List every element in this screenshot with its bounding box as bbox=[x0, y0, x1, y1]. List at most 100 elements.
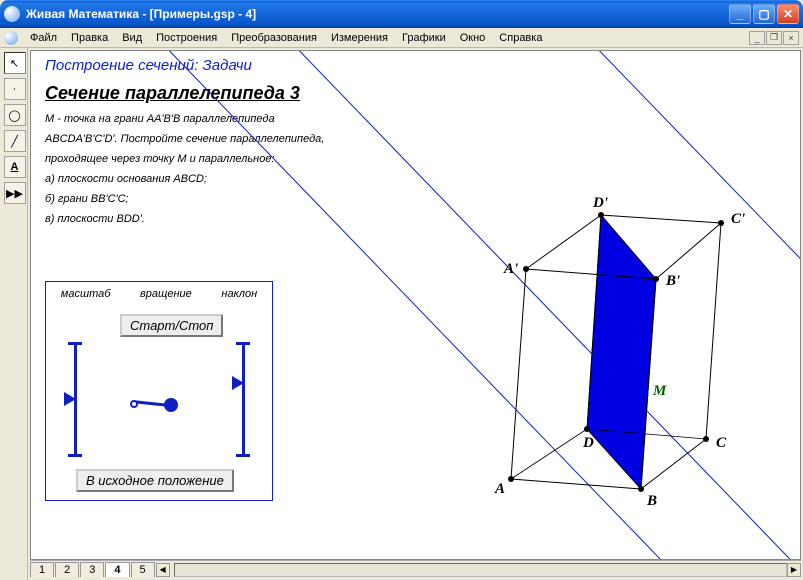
edge bbox=[641, 279, 656, 489]
rotation-dial-end[interactable] bbox=[130, 400, 138, 408]
page-tab[interactable]: 1 bbox=[30, 562, 54, 577]
menu-transform[interactable]: Преобразования bbox=[225, 30, 323, 46]
circle-icon: ◯ bbox=[8, 109, 20, 122]
segment-icon: ╱ bbox=[11, 135, 18, 148]
edge bbox=[526, 269, 656, 279]
window-titlebar: Живая Математика - [Примеры.gsp - 4] _ ▢… bbox=[0, 0, 803, 28]
arrow-icon: ↖ bbox=[10, 57, 19, 70]
tilt-slider-cap-top bbox=[236, 342, 250, 345]
tilt-slider-handle[interactable] bbox=[232, 376, 244, 390]
edge bbox=[526, 215, 601, 269]
vertex-point bbox=[703, 436, 709, 442]
vertex-point bbox=[508, 476, 514, 482]
edge bbox=[601, 215, 721, 223]
window-title: Живая Математика - [Примеры.gsp - 4] bbox=[24, 7, 729, 21]
vertex-label: A bbox=[494, 481, 505, 497]
vertex-label: B bbox=[646, 493, 657, 509]
vertex-label: C' bbox=[731, 211, 745, 227]
vertex-label: C bbox=[716, 435, 727, 451]
canvas-wrapper: Построение сечений: Задачи Сечение парал… bbox=[30, 50, 801, 560]
document-icon bbox=[4, 31, 18, 45]
menu-window[interactable]: Окно bbox=[454, 30, 492, 46]
page-tab[interactable]: 3 bbox=[80, 562, 104, 577]
vertex-point bbox=[598, 212, 604, 218]
text-line: ABCDA'B'C'D'. Постройте сечение параллел… bbox=[45, 129, 505, 149]
rotation-dial-knob[interactable] bbox=[164, 398, 178, 412]
mdi-restore-button[interactable]: ❐ bbox=[766, 31, 782, 45]
reset-button[interactable]: В исходное положение bbox=[76, 469, 234, 492]
point-tool[interactable]: · bbox=[4, 78, 26, 100]
menu-construct[interactable]: Построения bbox=[150, 30, 223, 46]
edge bbox=[511, 429, 587, 479]
mdi-close-button[interactable]: × bbox=[783, 31, 799, 45]
edge bbox=[641, 439, 706, 489]
menu-graphs[interactable]: Графики bbox=[396, 30, 452, 46]
menu-file[interactable]: Файл bbox=[24, 30, 63, 46]
edge bbox=[587, 215, 601, 429]
mdi-minimize-button[interactable]: _ bbox=[749, 31, 765, 45]
scroll-left-button[interactable]: ◀ bbox=[156, 563, 170, 577]
text-line: б) грани BB'C'C; bbox=[45, 189, 505, 209]
page-tab[interactable]: 2 bbox=[55, 562, 79, 577]
text-tool[interactable]: A bbox=[4, 156, 26, 178]
guide-line bbox=[561, 51, 800, 311]
edge bbox=[587, 429, 706, 439]
rotate-label: вращение bbox=[140, 288, 192, 300]
vertex-point bbox=[638, 386, 644, 392]
vertex-label: B' bbox=[665, 273, 680, 289]
vertex-label: D' bbox=[592, 195, 608, 211]
vertex-point bbox=[523, 266, 529, 272]
point-icon: · bbox=[13, 83, 17, 95]
arrow-tool[interactable]: ↖ bbox=[4, 52, 26, 74]
text-line: а) плоскости основания ABCD; bbox=[45, 169, 505, 189]
work-area: ↖ · ◯ ╱ A ▶▶ Построение сечений: Задачи … bbox=[0, 48, 803, 580]
tilt-slider-cap-bot bbox=[236, 454, 250, 457]
text-line: в) плоскости BDD'. bbox=[45, 209, 505, 229]
vertex-label: M bbox=[652, 383, 667, 399]
sketch-canvas[interactable]: Построение сечений: Задачи Сечение парал… bbox=[31, 51, 800, 559]
vertex-point bbox=[638, 486, 644, 492]
maximize-button[interactable]: ▢ bbox=[753, 4, 775, 24]
menu-measure[interactable]: Измерения bbox=[325, 30, 394, 46]
scale-label: масштаб bbox=[61, 288, 111, 300]
circle-tool[interactable]: ◯ bbox=[4, 104, 26, 126]
tilt-label: наклон bbox=[221, 288, 257, 300]
scroll-right-button[interactable]: ▶ bbox=[787, 563, 801, 577]
scale-slider-handle[interactable] bbox=[64, 392, 76, 406]
edge bbox=[706, 223, 721, 439]
start-stop-button[interactable]: Старт/Стоп bbox=[120, 314, 223, 337]
page-title: Сечение параллелепипеда 3 bbox=[45, 83, 300, 104]
text-icon: A bbox=[11, 161, 19, 173]
tilt-slider-track[interactable] bbox=[242, 344, 245, 456]
vertex-label: D bbox=[582, 435, 594, 451]
custom-icon: ▶▶ bbox=[6, 187, 23, 200]
edge bbox=[511, 269, 526, 479]
vertex-label: A' bbox=[503, 261, 518, 277]
control-panel: масштаб вращение наклон Старт/Стоп bbox=[45, 281, 273, 501]
edge bbox=[511, 479, 641, 489]
horizontal-scrollbar[interactable] bbox=[174, 563, 787, 577]
problem-text: M - точка на грани AA'B'B параллелепипед… bbox=[45, 109, 505, 229]
vertex-point bbox=[653, 276, 659, 282]
menu-edit[interactable]: Правка bbox=[65, 30, 114, 46]
segment-tool[interactable]: ╱ bbox=[4, 130, 26, 152]
breadcrumb: Построение сечений: Задачи bbox=[45, 57, 252, 74]
page-tab-strip: 1 2 3 4 5 ◀ ▶ bbox=[30, 560, 801, 578]
vertex-point bbox=[584, 426, 590, 432]
scale-slider-cap-top bbox=[68, 342, 82, 345]
text-line: M - точка на грани AA'B'B параллелепипед… bbox=[45, 109, 505, 129]
page-tab[interactable]: 5 bbox=[131, 562, 155, 577]
page-tab-active[interactable]: 4 bbox=[105, 562, 129, 577]
menu-bar: Файл Правка Вид Построения Преобразовани… bbox=[0, 28, 803, 48]
menu-help[interactable]: Справка bbox=[493, 30, 548, 46]
vertex-point bbox=[718, 220, 724, 226]
minimize-button[interactable]: _ bbox=[729, 4, 751, 24]
menu-view[interactable]: Вид bbox=[116, 30, 148, 46]
close-button[interactable]: ✕ bbox=[777, 4, 799, 24]
scale-slider-cap-bot bbox=[68, 454, 82, 457]
custom-tool[interactable]: ▶▶ bbox=[4, 182, 26, 204]
window-buttons: _ ▢ ✕ bbox=[729, 4, 799, 24]
toolbox: ↖ · ◯ ╱ A ▶▶ bbox=[2, 48, 28, 580]
text-line: проходящее через точку M и параллельное: bbox=[45, 149, 505, 169]
section-plane bbox=[587, 215, 656, 489]
